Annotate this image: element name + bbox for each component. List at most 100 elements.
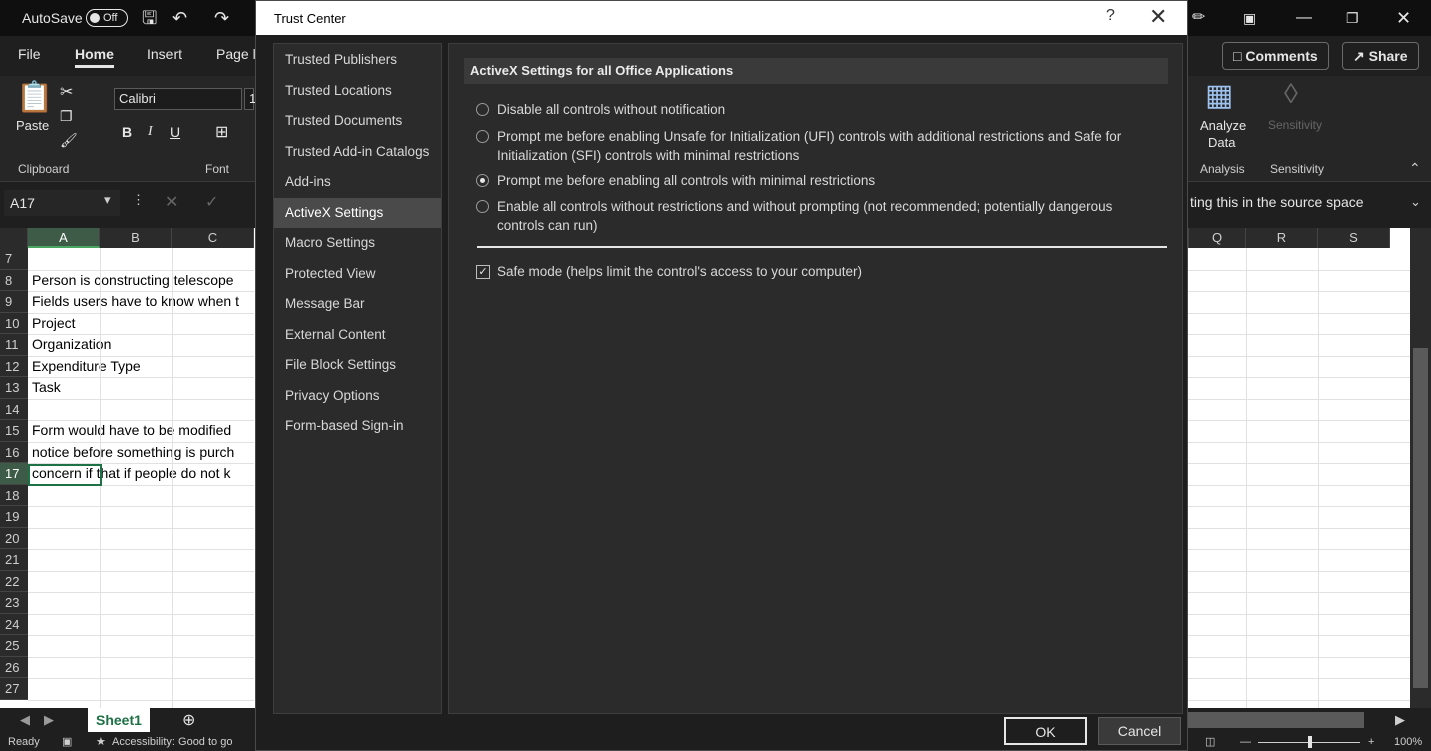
row-header-24[interactable]: 24 (0, 613, 28, 635)
row-header-9[interactable]: 9 (0, 291, 28, 313)
nav-item-trusted-add-in-catalogs[interactable]: Trusted Add-in Catalogs (274, 137, 441, 168)
format-painter-icon[interactable]: 🖌 (60, 132, 78, 149)
row-header-19[interactable]: 19 (0, 506, 28, 528)
option-disable-all[interactable]: Disable all controls without notificatio… (476, 100, 1157, 119)
row-header-22[interactable]: 22 (0, 570, 28, 592)
sensitivity-button-label[interactable]: Sensitivity (1268, 118, 1322, 132)
row-header-15[interactable]: 15 (0, 420, 28, 442)
radio-prompt-all[interactable] (476, 174, 489, 187)
nav-item-file-block-settings[interactable]: File Block Settings (274, 350, 441, 381)
nav-item-activex-settings[interactable]: ActiveX Settings (274, 197, 441, 228)
undo-icon[interactable]: ↶ (172, 0, 187, 36)
add-sheet-icon[interactable]: ⊕ (182, 710, 195, 730)
prev-sheet-icon[interactable]: ◀ (20, 712, 30, 728)
cell-a12[interactable]: Expenditure Type (32, 356, 254, 378)
vertical-scrollbar[interactable] (1410, 228, 1431, 710)
safe-mode-checkbox[interactable]: ✓ (476, 265, 490, 279)
cell-a11[interactable]: Organization (32, 334, 254, 356)
radio-enable-all[interactable] (476, 200, 489, 213)
safe-mode-option[interactable]: ✓ Safe mode (helps limit the control's a… (476, 262, 862, 281)
row-header-14[interactable]: 14 (0, 398, 28, 420)
borders-icon[interactable]: ⊞ (215, 122, 228, 142)
cancel-button[interactable]: Cancel (1098, 717, 1181, 745)
tab-home[interactable]: Home (75, 46, 114, 68)
cell-a15[interactable]: Form would have to be modified (32, 420, 254, 442)
font-name-select[interactable]: Calibri (114, 88, 242, 110)
help-icon[interactable]: ? (1106, 7, 1115, 25)
nav-item-trusted-locations[interactable]: Trusted Locations (274, 76, 441, 107)
nav-item-trusted-publishers[interactable]: Trusted Publishers (274, 45, 441, 76)
tab-insert[interactable]: Insert (147, 46, 182, 62)
nav-item-trusted-documents[interactable]: Trusted Documents (274, 106, 441, 137)
row-header-16[interactable]: 16 (0, 441, 28, 463)
macro-record-icon[interactable]: ▣ (62, 734, 72, 751)
sensitivity-icon[interactable]: ◊ (1284, 78, 1298, 110)
scroll-right-icon[interactable]: ▶ (1395, 712, 1405, 728)
row-header-17[interactable]: 17 (0, 463, 28, 485)
row-header-25[interactable]: 25 (0, 635, 28, 657)
column-header-b[interactable]: B (100, 228, 172, 248)
data-label[interactable]: Data (1208, 135, 1235, 150)
nav-item-privacy-options[interactable]: Privacy Options (274, 381, 441, 412)
paste-icon[interactable]: 📋 (16, 80, 53, 115)
ok-button[interactable]: OK (1004, 717, 1087, 745)
ribbon-display-icon[interactable]: ▣ (1243, 0, 1256, 36)
share-button[interactable]: ↗ Share (1342, 42, 1419, 70)
column-header-q[interactable]: Q (1188, 228, 1246, 248)
row-header-26[interactable]: 26 (0, 656, 28, 678)
nav-item-external-content[interactable]: External Content (274, 320, 441, 351)
row-header-12[interactable]: 12 (0, 355, 28, 377)
autosave-toggle[interactable]: Off (86, 9, 128, 27)
cell-a13[interactable]: Task (32, 377, 254, 399)
comments-button[interactable]: □ Comments (1222, 42, 1329, 70)
cell-a8[interactable]: Person is constructing telescope (32, 270, 254, 292)
nav-item-form-based-sign-in[interactable]: Form-based Sign-in (274, 411, 441, 442)
row-header-27[interactable]: 27 (0, 678, 28, 700)
row-header-8[interactable]: 8 (0, 269, 28, 291)
bold-icon[interactable]: B (122, 124, 132, 140)
expand-formula-icon[interactable]: ⌄ (1410, 194, 1421, 210)
cell-a16[interactable]: notice before something is purch (32, 442, 254, 464)
horizontal-scrollbar[interactable] (1188, 712, 1364, 728)
zoom-in-icon[interactable]: + (1368, 734, 1374, 751)
minimize-icon[interactable]: — (1296, 0, 1312, 36)
option-prompt-ufi-sfi[interactable]: Prompt me before enabling Unsafe for Ini… (476, 127, 1157, 165)
font-size-select[interactable]: 1 (244, 88, 256, 110)
column-header-r[interactable]: R (1246, 228, 1318, 248)
paste-label[interactable]: Paste (16, 118, 49, 133)
nav-item-message-bar[interactable]: Message Bar (274, 289, 441, 320)
zoom-slider-thumb[interactable] (1308, 736, 1312, 748)
row-header-20[interactable]: 20 (0, 527, 28, 549)
restore-icon[interactable]: ❐ (1346, 0, 1359, 36)
row-header-23[interactable]: 23 (0, 592, 28, 614)
row-header-13[interactable]: 13 (0, 377, 28, 399)
column-header-a[interactable]: A (28, 228, 100, 248)
row-header-10[interactable]: 10 (0, 312, 28, 334)
italic-icon[interactable]: I (148, 124, 153, 140)
confirm-entry-icon[interactable]: ✓ (205, 192, 218, 212)
cancel-entry-icon[interactable]: ✕ (165, 192, 178, 212)
name-box[interactable]: A17 (4, 190, 120, 216)
analyze-label[interactable]: Analyze (1200, 118, 1246, 133)
scrollbar-thumb[interactable] (1413, 348, 1428, 688)
select-all-corner[interactable] (0, 228, 28, 248)
save-icon[interactable]: 🖫 (142, 0, 157, 36)
radio-prompt-ufi-sfi[interactable] (476, 130, 489, 143)
name-box-dropdown-icon[interactable]: ▾ (104, 192, 111, 208)
column-header-c[interactable]: C (172, 228, 254, 248)
nav-item-protected-view[interactable]: Protected View (274, 259, 441, 290)
option-prompt-all[interactable]: Prompt me before enabling all controls w… (476, 171, 1157, 190)
status-accessibility[interactable]: Accessibility: Good to go (112, 734, 232, 751)
row-header-18[interactable]: 18 (0, 484, 28, 506)
zoom-out-icon[interactable]: — (1240, 734, 1251, 751)
pen-icon[interactable]: ✏ (1192, 0, 1205, 36)
next-sheet-icon[interactable]: ▶ (44, 712, 54, 728)
row-header-21[interactable]: 21 (0, 549, 28, 571)
underline-icon[interactable]: U (170, 124, 180, 140)
analyze-data-icon[interactable]: ▦ (1205, 78, 1233, 113)
option-enable-all[interactable]: Enable all controls without restrictions… (476, 197, 1157, 235)
row-header-7[interactable]: 7 (0, 248, 28, 270)
cell-a10[interactable]: Project (32, 313, 254, 335)
column-header-s[interactable]: S (1318, 228, 1390, 248)
tab-page-layout[interactable]: Page l (216, 46, 256, 62)
